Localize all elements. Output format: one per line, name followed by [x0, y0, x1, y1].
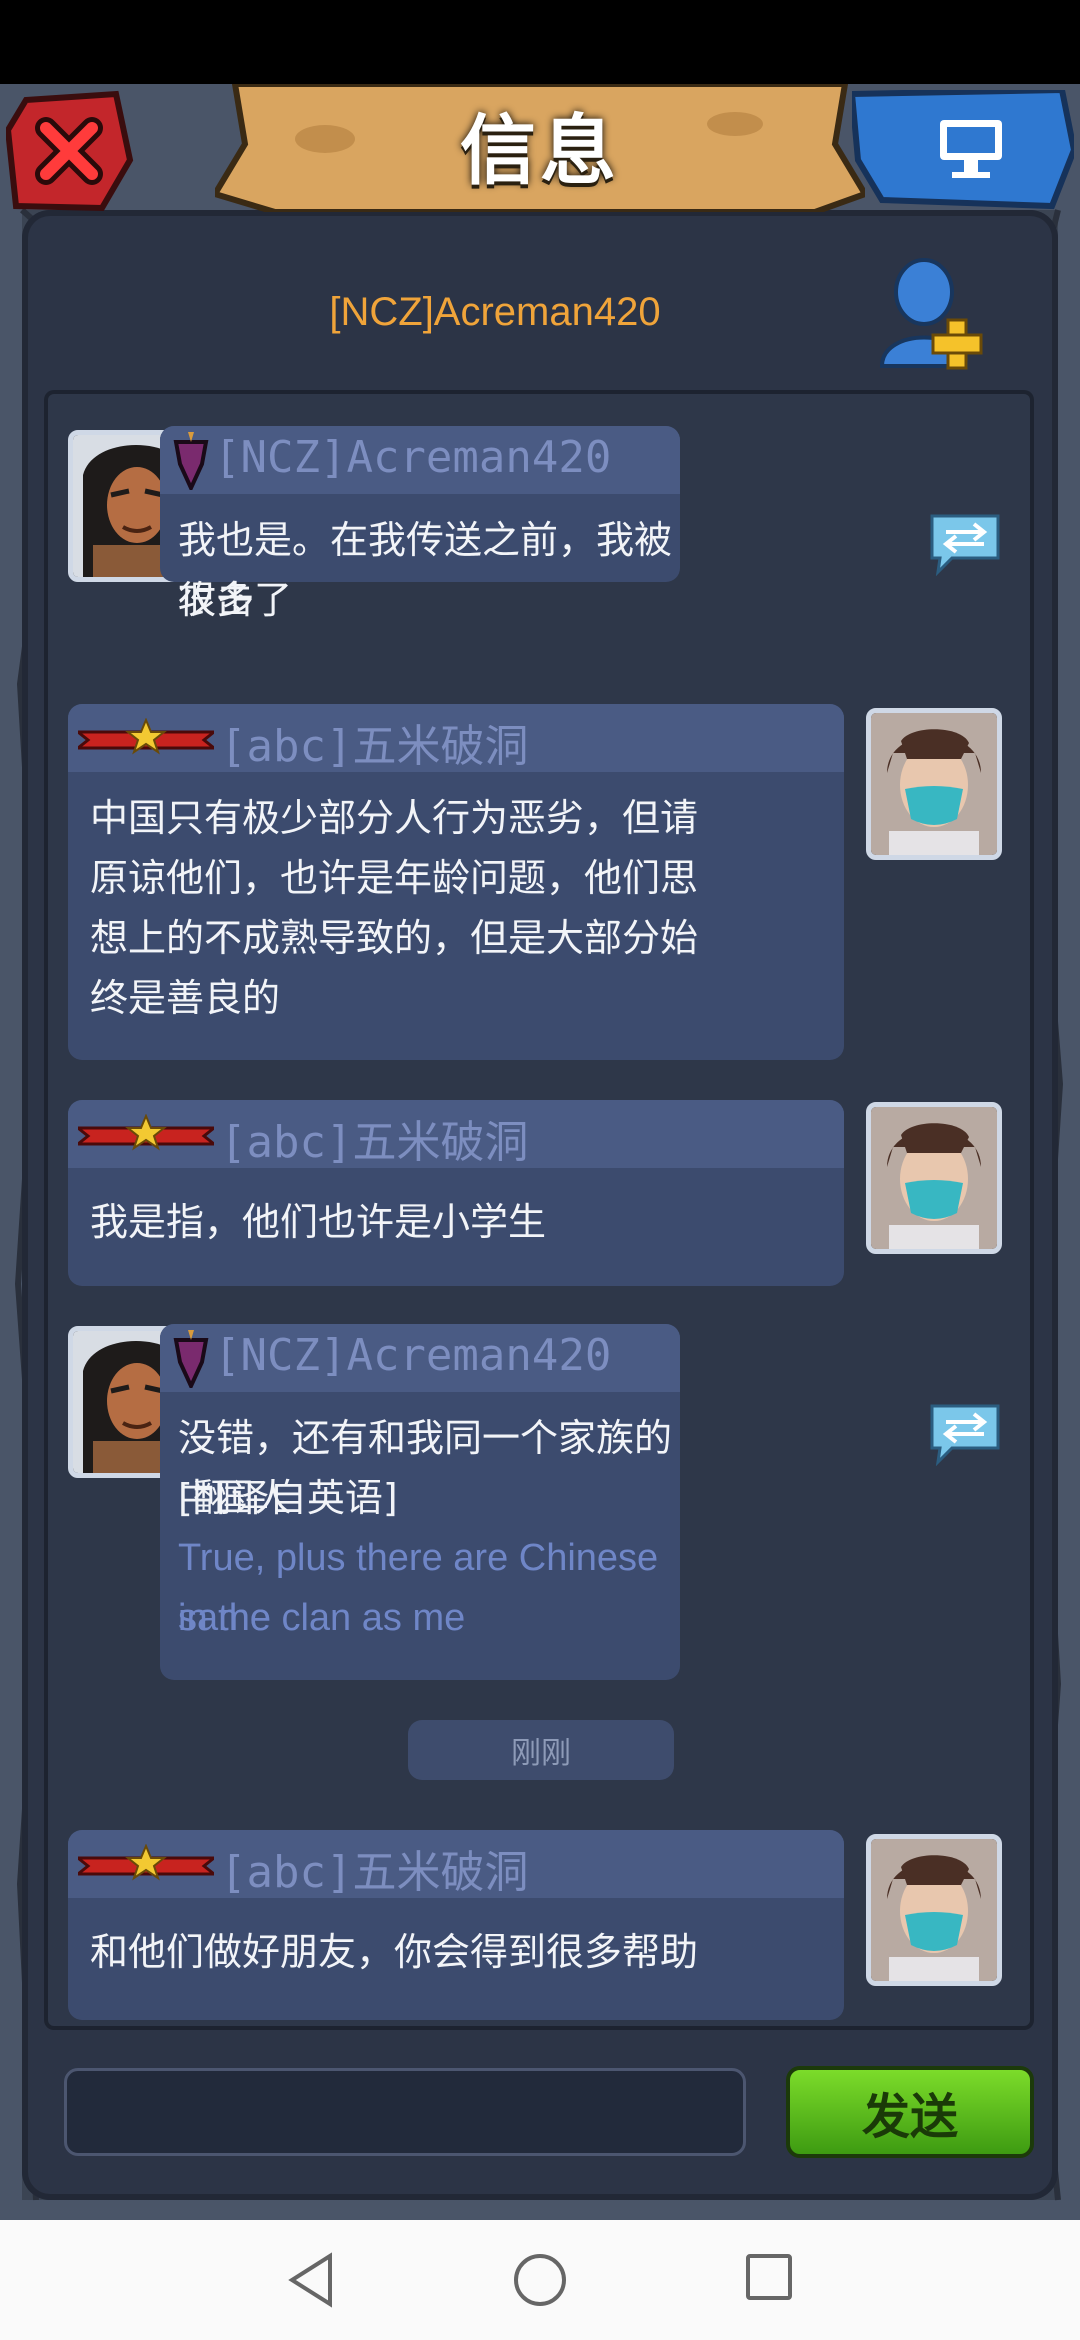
message-bubble: [NCZ]Acreman420 我也是。在我传送之前，我被攻击了 很多 [160, 426, 680, 622]
message-bubble: [NCZ]Acreman420 没错，还有和我同一个家族的中国人 [翻译自英语]… [160, 1324, 680, 1680]
sender-name: [NCZ]Acreman420 [214, 1330, 612, 1381]
sender-name: [abc]五米破洞 [220, 1847, 529, 1898]
screen-toggle-button[interactable] [848, 86, 1078, 212]
message-bubble: [abc]五米破洞 我是指，他们也许是小学生 [68, 1100, 844, 1286]
chat-message-list[interactable]: [NCZ]Acreman420 我也是。在我传送之前，我被攻击了 很多 [abc… [44, 390, 1034, 2030]
purple-shield-icon [173, 1330, 209, 1388]
sender-avatar-masked[interactable] [866, 1102, 1002, 1254]
sender-avatar-masked[interactable] [866, 708, 1002, 860]
message-line: 想上的不成熟导致的，但是大部分始 [90, 916, 699, 960]
red-star-banner-icon [78, 718, 214, 755]
red-star-banner-icon [78, 1114, 214, 1151]
message-text: 很多 [178, 570, 254, 630]
message-line: 我是指，他们也许是小学生 [90, 1200, 547, 1244]
translate-icon [930, 514, 1000, 577]
translate-icon [930, 1404, 1000, 1467]
message-line: 原谅他们，也许是年龄问题，他们思 [90, 856, 699, 900]
purple-shield-icon [173, 432, 209, 490]
close-button[interactable] [4, 90, 134, 214]
message-bubble: [abc]五米破洞 和他们做好朋友，你会得到很多帮助 [68, 1830, 844, 2020]
translate-button[interactable] [928, 512, 1002, 577]
add-friend-icon [879, 258, 983, 370]
chat-partner-name: [NCZ]Acreman420 [329, 290, 661, 334]
message-line: 终是善良的 [90, 976, 281, 1020]
back-icon[interactable] [286, 2252, 338, 2308]
red-star-banner-icon [78, 1844, 214, 1881]
timestamp-pill: 刚刚 [408, 1720, 674, 1780]
sender-avatar-masked[interactable] [866, 1834, 1002, 1986]
recent-apps-icon[interactable] [746, 2254, 792, 2300]
masked-person-photo [871, 1107, 997, 1249]
message-input[interactable] [64, 2068, 746, 2156]
close-icon [4, 90, 134, 212]
translate-button[interactable] [928, 1402, 1002, 1467]
masked-person-photo [871, 713, 997, 855]
message-line: [翻译自英语] [178, 1476, 398, 1520]
message-line: 和他们做好朋友，你会得到很多帮助 [90, 1930, 699, 1974]
translation-line: same clan as me [178, 1597, 466, 1639]
sender-name: [NCZ]Acreman420 [214, 432, 612, 483]
sender-name: [abc]五米破洞 [220, 721, 529, 772]
add-friend-button[interactable] [878, 258, 998, 370]
message-line: 很多 [178, 578, 255, 622]
message-bubble: [abc]五米破洞 中国只有极少部分人行为恶劣，但请 原谅他们，也许是年龄问题，… [68, 704, 844, 1060]
monitor-icon [848, 86, 1078, 210]
home-icon[interactable] [514, 2254, 566, 2306]
page-title: 信息 [460, 106, 620, 195]
message-line: 中国只有极少部分人行为恶劣，但请 [90, 796, 699, 840]
masked-person-photo [871, 1839, 997, 1981]
status-bar [0, 0, 1080, 84]
send-button[interactable]: 发送 [786, 2066, 1034, 2158]
sender-name: [abc]五米破洞 [220, 1117, 529, 1168]
